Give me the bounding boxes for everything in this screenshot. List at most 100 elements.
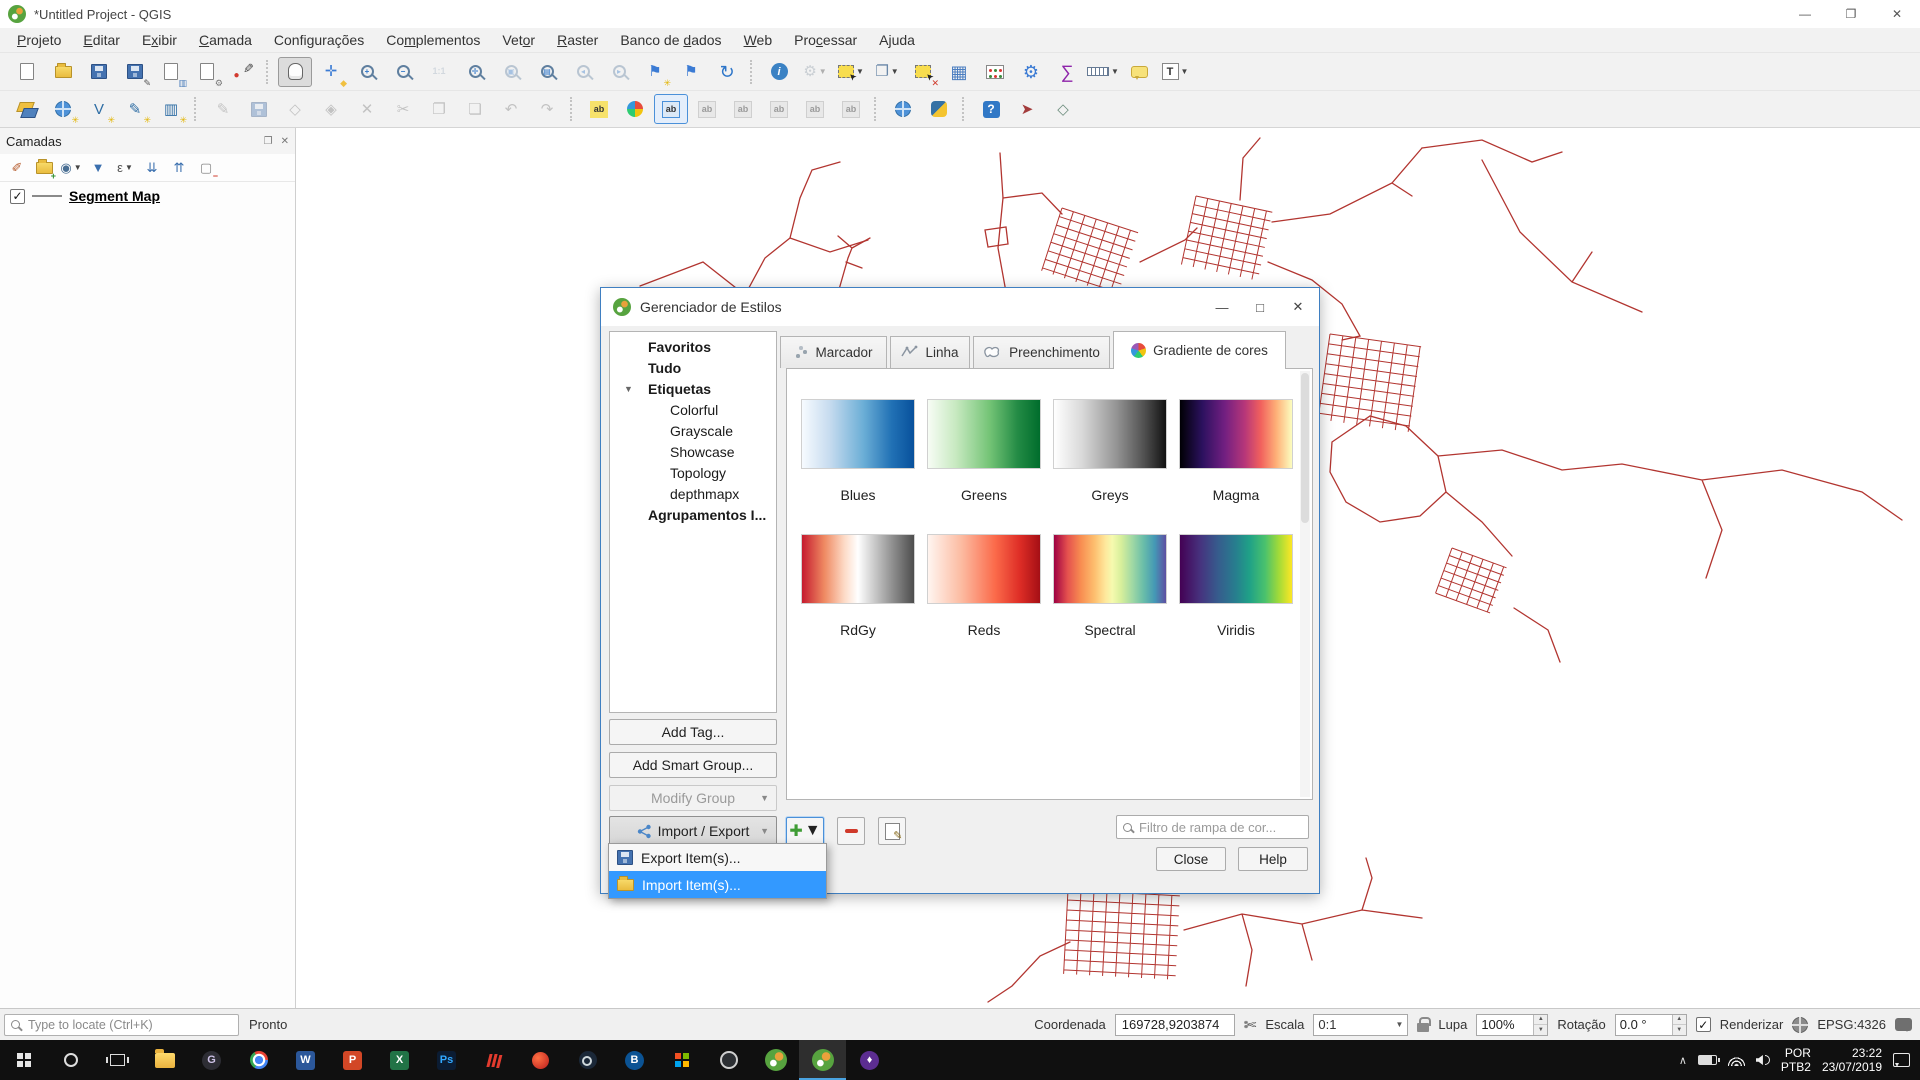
- float-panel-icon[interactable]: ❐: [264, 136, 273, 147]
- word[interactable]: W: [282, 1040, 329, 1080]
- select-features-by-value-button[interactable]: ❐▼: [870, 57, 904, 87]
- wifi-icon[interactable]: [1728, 1055, 1745, 1066]
- refresh-map-button[interactable]: ↻: [710, 57, 744, 87]
- select-features-button[interactable]: ▼: [834, 57, 868, 87]
- layer-diagram-options-button[interactable]: [618, 94, 652, 124]
- toggle-editing-button[interactable]: ✎: [206, 94, 240, 124]
- gog-galaxy[interactable]: G: [188, 1040, 235, 1080]
- pin-unpin-labels-button[interactable]: ab: [690, 94, 724, 124]
- file-explorer[interactable]: [141, 1040, 188, 1080]
- gradient-swatch-rdgy[interactable]: [801, 534, 915, 604]
- modify-group-button[interactable]: Modify Group ▼: [609, 785, 777, 811]
- cut-features-button[interactable]: ✂: [386, 94, 420, 124]
- processing-toolbox-button[interactable]: ⚙: [1014, 57, 1048, 87]
- filter-by-expression-button[interactable]: ε▼: [112, 156, 138, 180]
- coordinate-input[interactable]: [1120, 1016, 1230, 1033]
- hidden-icons-chevron[interactable]: ∧: [1679, 1054, 1687, 1067]
- delete-selected-button[interactable]: ✕: [350, 94, 384, 124]
- vertex-tool-button[interactable]: ◈: [314, 94, 348, 124]
- chrome[interactable]: [235, 1040, 282, 1080]
- app-purple[interactable]: ♦: [846, 1040, 893, 1080]
- dialog-title-bar[interactable]: Gerenciador de Estilos — □ ✕: [601, 288, 1319, 326]
- category-depthmapx[interactable]: depthmapx: [610, 483, 776, 504]
- ramp-filter-box[interactable]: [1116, 815, 1309, 839]
- identify-features-button[interactable]: i: [762, 57, 796, 87]
- rotation-spinbox[interactable]: ▲▼: [1615, 1014, 1687, 1036]
- locate-box[interactable]: [4, 1014, 239, 1036]
- edit-item-button[interactable]: [878, 817, 906, 845]
- import-export-button[interactable]: Import / Export ▼: [609, 816, 777, 846]
- menu-camada[interactable]: Camada: [188, 32, 263, 48]
- menu-configuraes[interactable]: Configurações: [263, 32, 375, 48]
- menu-exibir[interactable]: Exibir: [131, 32, 188, 48]
- pan-map-button[interactable]: [278, 57, 312, 87]
- plugin-icon-1-button[interactable]: ➤: [1010, 94, 1044, 124]
- tab-marcador[interactable]: Marcador: [780, 336, 887, 368]
- deselect-features-button[interactable]: ✕: [906, 57, 940, 87]
- menu-bancodedados[interactable]: Banco de dados: [609, 32, 732, 48]
- locate-input[interactable]: [26, 1017, 232, 1033]
- new-spatial-bookmark-button[interactable]: ⚑✳: [638, 57, 672, 87]
- battle-net[interactable]: B: [611, 1040, 658, 1080]
- remove-item-button[interactable]: [837, 817, 865, 845]
- rotate-label-button[interactable]: ab: [798, 94, 832, 124]
- volume-icon[interactable]: [1756, 1055, 1770, 1065]
- category-topology[interactable]: Topology: [610, 462, 776, 483]
- menu-raster[interactable]: Raster: [546, 32, 609, 48]
- new-geopackage-layer-button[interactable]: ✳: [46, 94, 80, 124]
- save-project-as-button[interactable]: ✎: [118, 57, 152, 87]
- python-console-button[interactable]: [922, 94, 956, 124]
- game-red-orb[interactable]: [517, 1040, 564, 1080]
- new-spatialite-layer-button[interactable]: ✎✳: [118, 94, 152, 124]
- gradient-swatch-greys[interactable]: [1053, 399, 1167, 469]
- menu-item-exportitems[interactable]: Export Item(s)...: [609, 844, 826, 871]
- menu-editar[interactable]: Editar: [72, 32, 131, 48]
- tab-linha[interactable]: Linha: [890, 336, 970, 368]
- spin-down-icon[interactable]: ▼: [1534, 1025, 1547, 1035]
- show-hide-labels-button[interactable]: ab: [726, 94, 760, 124]
- game-red-claw[interactable]: [470, 1040, 517, 1080]
- category-agrupamentosi[interactable]: Agrupamentos I...: [610, 504, 776, 525]
- category-showcase[interactable]: Showcase: [610, 441, 776, 462]
- show-spatial-bookmarks-button[interactable]: ⚑: [674, 57, 708, 87]
- plugin-icon-2-button[interactable]: ◇: [1046, 94, 1080, 124]
- scale-combo[interactable]: 0:1 ▼: [1313, 1014, 1408, 1036]
- map-tips-button[interactable]: [1122, 57, 1156, 87]
- spin-up-icon[interactable]: ▲: [1534, 1015, 1547, 1026]
- photoshop[interactable]: Ps: [423, 1040, 470, 1080]
- category-grayscale[interactable]: Grayscale: [610, 420, 776, 441]
- tab-gradiente-de-cores[interactable]: Gradiente de cores: [1113, 331, 1286, 369]
- spin-down-icon[interactable]: ▼: [1673, 1025, 1686, 1035]
- clock[interactable]: 23:22 23/07/2019: [1822, 1046, 1882, 1074]
- language-indicator[interactable]: POR PTB2: [1781, 1046, 1811, 1074]
- lock-scale-icon[interactable]: [1417, 1023, 1429, 1032]
- steam[interactable]: [564, 1040, 611, 1080]
- add-item-button-button[interactable]: ✚▼: [789, 821, 820, 841]
- menu-item-importitems[interactable]: Import Item(s)...: [609, 871, 826, 898]
- category-favoritos[interactable]: Favoritos: [610, 336, 776, 357]
- window-minimize-button[interactable]: —: [1782, 0, 1828, 28]
- layer-visibility-checkbox[interactable]: [10, 189, 25, 204]
- battery-icon[interactable]: [1698, 1055, 1717, 1065]
- category-tudo[interactable]: Tudo: [610, 357, 776, 378]
- spin-up-icon[interactable]: ▲: [1673, 1015, 1686, 1026]
- excel[interactable]: X: [376, 1040, 423, 1080]
- highlight-pinned-labels-button[interactable]: ab: [654, 94, 688, 124]
- layer-row[interactable]: Segment Map: [0, 182, 295, 204]
- gradient-swatch-spectral[interactable]: [1053, 534, 1167, 604]
- menu-vetor[interactable]: Vetor: [491, 32, 546, 48]
- category-colorful[interactable]: Colorful: [610, 399, 776, 420]
- save-project-button[interactable]: [82, 57, 116, 87]
- run-feature-action-button[interactable]: ⚙▼: [798, 57, 832, 87]
- gradient-swatch-blues[interactable]: [801, 399, 915, 469]
- tab-preenchimento[interactable]: Preenchimento: [973, 336, 1110, 368]
- zoom-next-button[interactable]: ▸: [602, 57, 636, 87]
- style-manager-button[interactable]: [226, 57, 260, 87]
- help-plugin-button[interactable]: ?: [974, 94, 1008, 124]
- show-statistics-panel-button[interactable]: ∑: [1050, 57, 1084, 87]
- coordinate-box[interactable]: [1115, 1014, 1235, 1036]
- ramp-filter-input[interactable]: [1137, 819, 1302, 836]
- text-annotation-button[interactable]: T▼: [1158, 57, 1192, 87]
- crs-globe-icon[interactable]: [1792, 1017, 1808, 1033]
- cortana-search-button[interactable]: [47, 1040, 94, 1080]
